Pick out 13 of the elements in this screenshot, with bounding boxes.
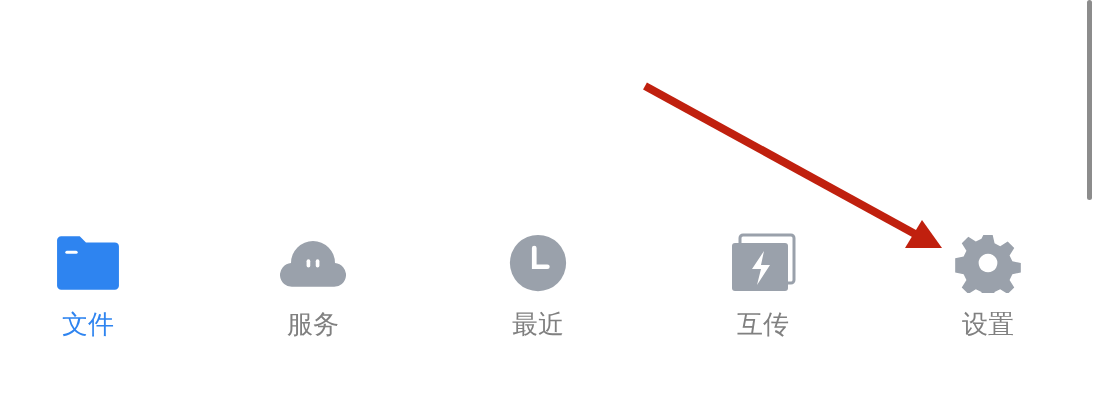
lightning-cards-icon: [729, 233, 796, 293]
tab[interactable]: 文件: [0, 233, 200, 342]
tab[interactable]: 互传: [650, 233, 875, 342]
tab-label: 文件: [61, 308, 114, 341]
tab-label: 服务: [286, 308, 339, 341]
folder-icon: [54, 233, 121, 293]
tab-label: 互传: [736, 308, 789, 341]
tab[interactable]: 设置: [875, 233, 1100, 342]
settings-icon: [954, 233, 1021, 293]
tab-label: 设置: [961, 308, 1014, 341]
tab[interactable]: 服务: [200, 233, 425, 342]
tab-label: 最近: [511, 308, 564, 341]
tab[interactable]: 最近: [425, 233, 650, 342]
